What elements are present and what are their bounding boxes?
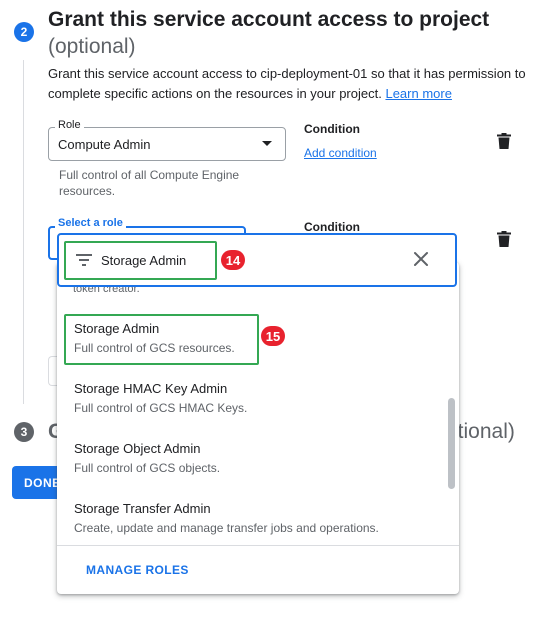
role-option-name: Storage HMAC Key Admin [74, 381, 228, 396]
role-option-storage-transfer-admin[interactable]: Storage Transfer Admin Create, update an… [58, 494, 443, 546]
step-badge-14: 14 [221, 250, 245, 270]
role-option-storage-hmac-key-admin[interactable]: Storage HMAC Key Admin Full control of G… [58, 374, 443, 426]
dropdown-arrow-icon[interactable] [262, 141, 272, 146]
step-3-marker: 3 [14, 422, 34, 442]
role-1-helper-text: Full control of all Compute Engine resou… [59, 168, 240, 198]
dropdown-scrollbar-thumb[interactable] [448, 398, 455, 489]
role-option-name: Storage Object Admin [74, 441, 201, 456]
role-label-2: Select a role [55, 217, 126, 229]
delete-role-2-icon[interactable] [497, 231, 511, 247]
condition-label-2: Condition [304, 220, 360, 234]
step-2-title: Grant this service account access to pro… [48, 6, 528, 60]
step-2-title-text: Grant this service account access to pro… [48, 8, 490, 31]
option-highlight-box [64, 314, 259, 365]
step-2-optional: (optional) [48, 35, 136, 58]
step-2-marker: 2 [14, 22, 34, 42]
filter-icon [76, 254, 92, 266]
role-option-desc: Full control of GCS HMAC Keys. [74, 401, 248, 415]
condition-label-1: Condition [304, 122, 360, 136]
dropdown-divider [57, 545, 459, 546]
role-option-storage-object-admin[interactable]: Storage Object Admin Full control of GCS… [58, 434, 443, 486]
role-value-1: Compute Admin [58, 137, 151, 152]
add-condition-link[interactable]: Add condition [304, 146, 377, 160]
step-connector-line [23, 60, 24, 404]
delete-role-1-icon[interactable] [497, 133, 511, 149]
role-option-desc: Full control of GCS objects. [74, 461, 221, 475]
learn-more-link[interactable]: Learn more [385, 86, 451, 101]
clear-filter-close-icon[interactable] [412, 250, 430, 268]
step-2-description: Grant this service account access to cip… [48, 64, 528, 104]
step-badge-15: 15 [261, 326, 285, 346]
manage-roles-button[interactable]: MANAGE ROLES [86, 563, 189, 577]
role-option-name: Storage Transfer Admin [74, 501, 211, 516]
filter-input[interactable]: Storage Admin [101, 253, 186, 268]
role-option-desc: Create, update and manage transfer jobs … [74, 521, 379, 535]
role-label-1: Role [55, 119, 84, 131]
step-2-description-text: Grant this service account access to cip… [48, 66, 526, 101]
